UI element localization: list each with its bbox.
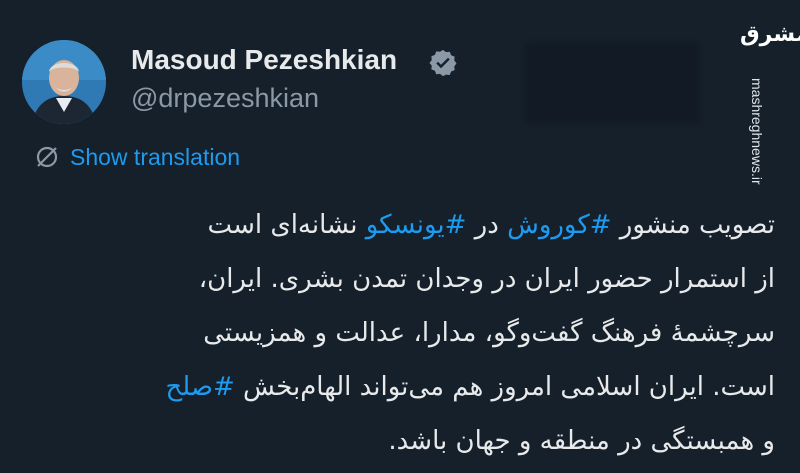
hashtag-unesco-link[interactable]: #یونسکو xyxy=(366,210,467,240)
blurred-region xyxy=(525,42,700,124)
tweet-line-3: سرچشمهٔ فرهنگ گفت‌وگو، مدارا، عدالت و هم… xyxy=(203,318,775,348)
tweet-text-segment: نشانه‌ای است xyxy=(207,210,366,240)
avatar[interactable] xyxy=(22,40,106,124)
hashtag-kourosh-link[interactable]: #کوروش xyxy=(507,210,611,240)
globe-slash-icon xyxy=(36,146,58,168)
tweet-line-5: و همبستگی در منطقه و جهان باشد. xyxy=(388,426,775,456)
tweet-line-4: است. ایران اسلامی امروز هم می‌تواند الها… xyxy=(30,360,775,414)
verified-badge-icon xyxy=(429,49,457,77)
watermark-logo: مشرق xyxy=(740,22,800,47)
tweet-line-2: از استمرار حضور ایران در وجدان تمدن بشری… xyxy=(198,264,775,294)
show-translation-label: Show translation xyxy=(70,143,241,170)
author-handle[interactable]: @drpezeshkian xyxy=(131,83,319,114)
author-display-name[interactable]: Masoud Pezeshkian xyxy=(131,44,397,76)
tweet-text-segment: تصویب منشور xyxy=(611,210,775,240)
tweet-line-1: تصویب منشور #کوروش در #یونسکو نشانه‌ای ا… xyxy=(30,198,775,252)
show-translation-link[interactable]: Show translation xyxy=(34,142,240,172)
tweet-text-segment: است. ایران اسلامی امروز هم می‌تواند الها… xyxy=(234,372,775,402)
tweet-text-segment: در xyxy=(466,210,508,240)
tweet-text: تصویب منشور #کوروش در #یونسکو نشانه‌ای ا… xyxy=(30,198,775,468)
tweet-card: Masoud Pezeshkian @drpezeshkian مشرق mas… xyxy=(0,0,800,473)
watermark-url: mashreghnews.ir xyxy=(749,78,765,185)
hashtag-peace-link[interactable]: #صلح xyxy=(166,372,235,402)
